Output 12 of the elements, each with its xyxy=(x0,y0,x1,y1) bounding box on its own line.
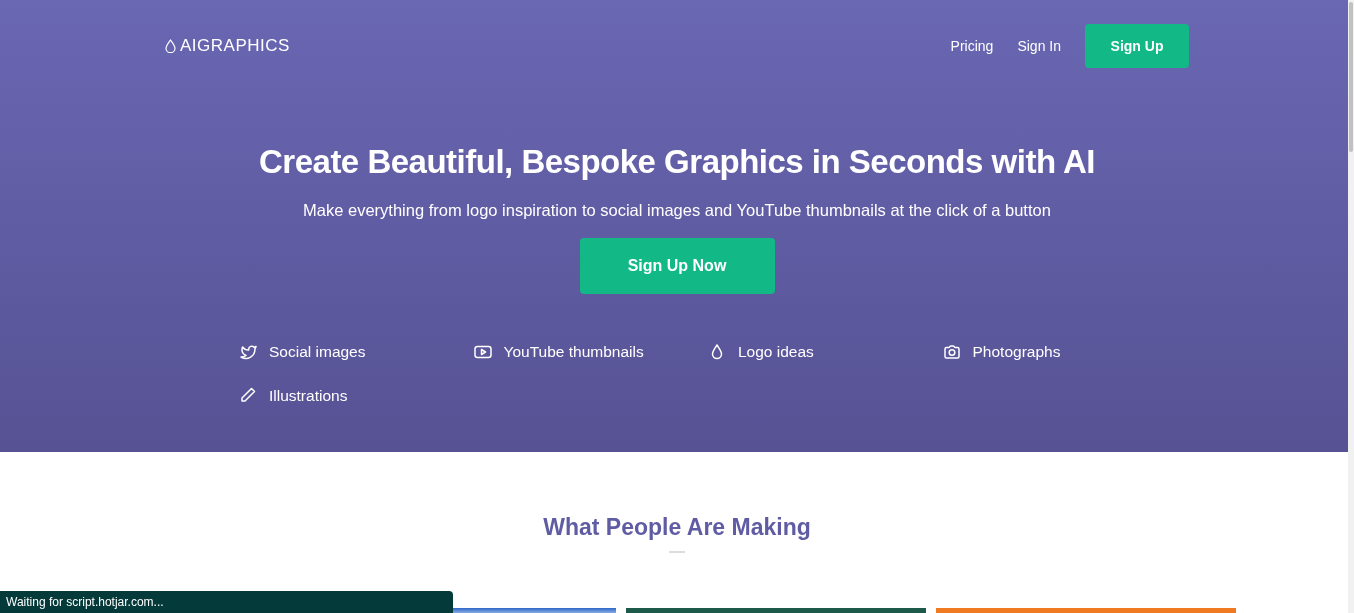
hero-title: Create Beautiful, Bespoke Graphics in Seconds with AI xyxy=(258,142,1096,182)
feature-label: Illustrations xyxy=(269,385,348,406)
brand-logo[interactable]: AIGRAPHICS xyxy=(180,33,290,59)
nav-link[interactable]: Pricing xyxy=(950,35,994,57)
hero-subtitle: Make everything from logo inspiration to social images and YouTube thumbnails at the click of a button xyxy=(302,199,1052,221)
feature-label: YouTube thumbnails xyxy=(503,342,644,363)
feature-label: Photographs xyxy=(972,342,1061,363)
status-bar: Waiting for script.hotjar.com... xyxy=(0,591,453,613)
section-title: What People Are Making xyxy=(542,513,812,542)
feature-label: Logo ideas xyxy=(738,342,814,363)
feature-label: Social images xyxy=(269,342,366,363)
nav-link[interactable]: Sign In xyxy=(1017,35,1061,57)
